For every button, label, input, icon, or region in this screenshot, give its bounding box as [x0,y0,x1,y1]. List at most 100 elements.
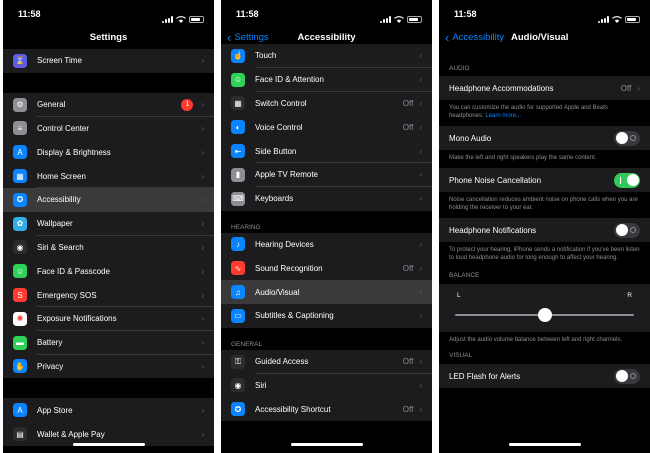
row-label: Switch Control [255,98,307,108]
home-indicator[interactable] [508,443,581,446]
flower-icon: ✿ [13,216,27,231]
row-value: Off [402,98,414,108]
row-value: Off [402,263,414,273]
noise-cancellation-toggle[interactable] [614,172,640,188]
led-flash-row: LED Flash for Alerts [439,364,650,388]
chevron-right-icon: › [201,290,204,300]
list-item[interactable]: ⌛ Screen Time › [3,49,214,73]
list-item[interactable]: ▦ Home Screen › [3,164,214,188]
row-label: Accessibility Shortcut [255,404,331,414]
noise-cancellation-row: Phone Noise Cancellation [439,168,650,192]
list-item[interactable]: ⌨ Keyboards › [221,186,432,211]
app-store-icon: A [13,403,27,418]
settings-screen: 11:58 Settings ⌛ Screen Time › ⚙ General 1 › ≡ C… [3,0,214,453]
row-label: Audio/Visual [255,287,300,297]
row-label: Face ID & Passcode [37,266,110,276]
list-item[interactable]: ☺ Face ID & Passcode › [3,259,214,284]
list-item[interactable]: ⚿ Guided Access Off › [221,349,432,374]
list-item[interactable]: ✿ Wallpaper › [3,211,214,236]
visual-section-header: VISUAL [439,350,650,364]
list-item[interactable]: ≡ Control Center › [3,116,214,141]
hourglass-icon: ⌛ [13,53,27,68]
list-item[interactable]: ▦ Switch Control Off › [221,91,432,116]
chevron-right-icon: › [419,239,422,249]
list-item[interactable]: ▭ Subtitles & Captioning › [221,303,432,328]
cellular-signal-icon [380,15,391,23]
list-item[interactable]: A Display & Brightness › [3,140,214,165]
status-bar: 11:58 [3,0,214,28]
back-button[interactable]: ‹ Accessibility [445,31,504,44]
text-size-icon: A [13,145,27,160]
list-item[interactable]: ∿ Sound Recognition Off › [221,256,432,281]
side-button-icon: ⇤ [231,144,245,159]
list-item[interactable]: S Emergency SOS › [3,283,214,307]
chevron-right-icon: › [201,361,204,371]
remote-icon: ▮ [231,167,245,182]
list-item[interactable]: ☝ Touch › [221,44,432,68]
page-title: Accessibility [297,32,356,43]
audio-visual-list: AUDIO Headphone Accommodations Off › You… [439,50,650,388]
balance-slider-track[interactable] [455,308,634,322]
row-label: Keyboards [255,194,294,204]
nav-bar: Settings [3,28,214,50]
chevron-right-icon: › [201,56,204,66]
battery-status-icon [189,15,204,23]
row-label: Accessibility [37,195,81,205]
chevron-right-icon: › [201,219,204,229]
list-item[interactable]: ◉ Siri › [221,373,432,398]
list-item[interactable]: ⚙ General 1 › [3,92,214,117]
row-value: Off [402,404,414,414]
balance-slider-thumb[interactable] [537,308,552,322]
settings-list: ⌛ Screen Time › ⚙ General 1 › ≡ Control Center › A… [3,49,214,446]
row-label: Voice Control [255,122,303,132]
row-label: Phone Noise Cancellation [449,175,542,185]
chevron-right-icon: › [201,405,204,415]
list-item[interactable]: ✪ Accessibility Shortcut Off › [221,397,432,422]
notification-badge: 1 [181,98,194,111]
chevron-right-icon: › [419,75,422,85]
headphone-notifications-toggle[interactable] [614,222,640,238]
headphone-accommodations-row[interactable]: Headphone Accommodations Off › [439,76,650,100]
cellular-signal-icon [162,15,173,23]
lock-icon: ⚿ [231,354,245,369]
mono-audio-row: Mono Audio [439,126,650,150]
accessibility-icon: ✪ [13,192,27,207]
chevron-right-icon: › [419,380,422,390]
row-label: Apple TV Remote [255,170,318,180]
list-item[interactable]: ◐ Voice Control Off › [221,115,432,140]
list-item[interactable]: ▬ Battery › [3,330,214,355]
list-item[interactable]: ⇤ Side Button › [221,139,432,163]
list-item[interactable]: ☺ Face ID & Attention › [221,67,432,92]
sos-icon: S [13,288,27,303]
row-label: Siri [255,380,267,390]
page-title: Audio/Visual [511,32,569,43]
led-flash-toggle[interactable] [614,368,640,384]
chevron-right-icon: › [419,287,422,297]
chevron-right-icon: › [201,123,204,133]
audio-section-header: AUDIO [439,50,650,76]
noise-footnote: Noise cancellation reduces ambient noise… [439,192,650,218]
face-id-icon: ☺ [231,72,245,87]
row-label: Display & Brightness [37,147,111,157]
list-item[interactable]: ◉ Siri & Search › [3,235,214,260]
learn-more-link[interactable]: Learn more... [485,113,521,119]
ear-icon: ♪ [231,237,245,252]
accessibility-screen: 11:58 ‹ Settings Accessibility ☝ Touch › ☺ F… [221,0,432,453]
list-item[interactable]: A App Store › [3,398,214,423]
row-label: Face ID & Attention [255,75,324,85]
list-item[interactable]: ✋ Privacy › [3,354,214,379]
hearing-section-header: HEARING [221,210,432,233]
list-item[interactable]: ♫ Audio/Visual › [221,280,432,304]
mono-audio-toggle[interactable] [614,130,640,146]
chevron-right-icon: › [419,311,422,321]
list-item[interactable]: ✺ Exposure Notifications › [3,306,214,331]
chevron-right-icon: › [419,357,422,367]
headphone-footnote: You can customize the audio for supporte… [439,100,650,126]
chevron-right-icon: › [419,404,422,414]
home-indicator[interactable] [290,443,363,446]
list-item[interactable]: ✪ Accessibility › [3,187,214,212]
home-indicator[interactable] [72,443,145,446]
list-item[interactable]: ▮ Apple TV Remote › [221,162,432,187]
list-item[interactable]: ♪ Hearing Devices › [221,232,432,257]
chevron-right-icon: › [201,429,204,439]
